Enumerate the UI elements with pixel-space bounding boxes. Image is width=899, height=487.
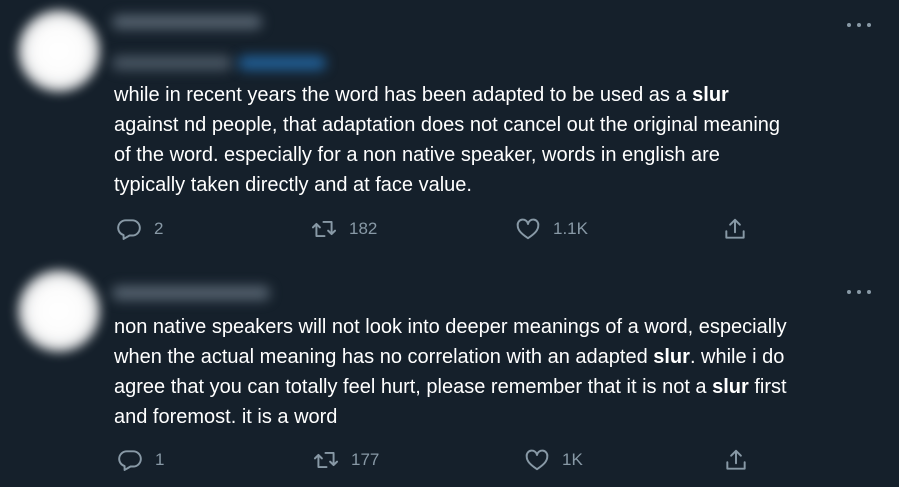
share-icon (726, 449, 746, 470)
reply-count: 1 (155, 450, 165, 469)
tweet-text-bold: slur (692, 84, 729, 106)
reply-icon (117, 219, 141, 240)
retweet-count: 182 (349, 219, 378, 238)
share-icon (725, 218, 745, 239)
like-button[interactable]: 1K (524, 445, 583, 475)
tweet-text-segment: against nd people, that adaptation does … (114, 114, 781, 196)
retweet-button[interactable]: 177 (313, 445, 379, 475)
like-button[interactable]: 1.1K (515, 214, 588, 244)
more-icon[interactable] (847, 287, 871, 297)
avatar[interactable] (16, 268, 102, 354)
replying-to-label-blurred (112, 56, 232, 70)
author-name-blurred[interactable] (112, 286, 270, 300)
tweet[interactable]: while in recent years the word has been … (0, 0, 899, 250)
like-count: 1.1K (553, 219, 588, 238)
share-button[interactable] (722, 214, 748, 244)
tweet-text-segment: while in recent years the word has been … (114, 84, 693, 106)
replying-to-handle-blurred[interactable] (238, 56, 326, 70)
reply-button[interactable]: 2 (116, 214, 163, 244)
tweet-actions: 1 177 1K (0, 445, 899, 475)
more-icon[interactable] (847, 20, 871, 30)
retweet-button[interactable]: 182 (311, 214, 377, 244)
reply-button[interactable]: 1 (117, 445, 164, 475)
like-count: 1K (562, 450, 583, 469)
tweet-text: non native speakers will not look into d… (114, 312, 879, 432)
share-button[interactable] (723, 445, 749, 475)
retweet-icon (311, 220, 337, 238)
heart-icon (516, 218, 540, 240)
retweet-icon (313, 451, 339, 469)
retweet-count: 177 (351, 450, 380, 469)
tweet-text-bold: slur (712, 376, 749, 398)
tweet[interactable]: non native speakers will not look into d… (0, 250, 899, 487)
tweet-text: while in recent years the word has been … (114, 80, 879, 200)
heart-icon (525, 449, 549, 471)
replying-to-context (0, 0, 899, 80)
tweet-text-bold: slur (653, 346, 690, 368)
reply-count: 2 (154, 219, 164, 238)
reply-icon (118, 450, 142, 471)
tweet-actions: 2 182 1.1K (0, 214, 899, 244)
